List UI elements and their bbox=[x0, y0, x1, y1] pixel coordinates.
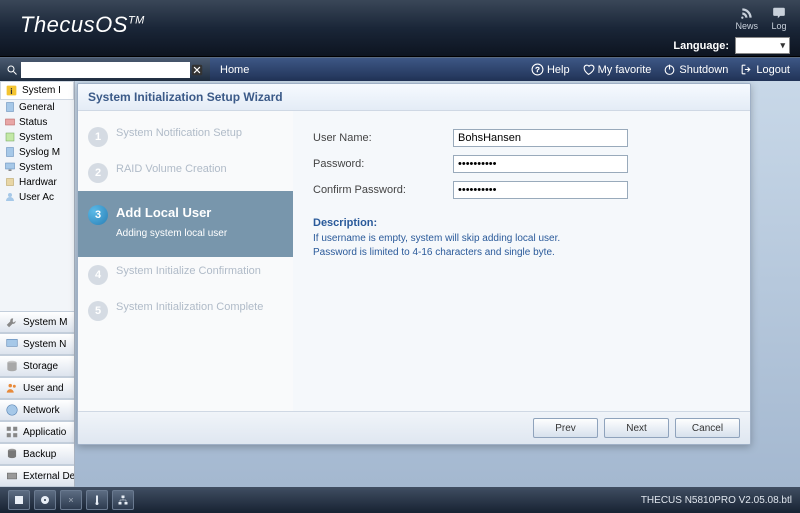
rss-icon bbox=[738, 6, 756, 20]
footer-btn-1[interactable] bbox=[8, 490, 30, 510]
sidebar-item-general[interactable]: General bbox=[2, 100, 74, 114]
footer-status: THECUS N5810PRO V2.05.08.btl bbox=[641, 495, 792, 506]
sidebar-cat-system-n[interactable]: System N bbox=[0, 333, 74, 355]
drive-icon bbox=[5, 359, 19, 373]
next-button[interactable]: Next bbox=[604, 418, 669, 438]
logo-tm: TM bbox=[128, 15, 145, 27]
fan-icon bbox=[65, 494, 77, 506]
power-icon bbox=[663, 63, 676, 76]
network-icon bbox=[5, 403, 19, 417]
search-icon bbox=[6, 64, 18, 76]
logout-icon bbox=[740, 63, 753, 76]
sidebar-header[interactable]: i System I bbox=[0, 81, 74, 100]
password-label: Password: bbox=[313, 158, 453, 170]
status-icon bbox=[4, 116, 16, 128]
shutdown-button[interactable]: Shutdown bbox=[663, 63, 728, 76]
sidebar-item-syslog[interactable]: Syslog M bbox=[2, 145, 74, 159]
language-label: Language: bbox=[673, 40, 729, 52]
temp-icon bbox=[91, 494, 103, 506]
svg-text:i: i bbox=[10, 86, 12, 96]
username-input[interactable] bbox=[453, 129, 628, 147]
monitor-icon bbox=[4, 161, 16, 173]
hw-icon bbox=[4, 131, 16, 143]
disc-icon bbox=[39, 494, 51, 506]
logo-text: ThecusOS bbox=[20, 12, 128, 37]
backup-icon bbox=[5, 447, 19, 461]
wizard-content-panel: User Name: Password: Confirm Password: D… bbox=[293, 111, 750, 411]
net-icon bbox=[5, 337, 19, 351]
user-icon bbox=[4, 191, 16, 203]
setup-wizard-dialog: System Initialization Setup Wizard 1Syst… bbox=[77, 83, 751, 445]
wizard-step-5[interactable]: 5System Initialization Complete bbox=[78, 293, 293, 329]
footer-btn-5[interactable] bbox=[112, 490, 134, 510]
breadcrumb-home[interactable]: Home bbox=[220, 64, 249, 76]
sidebar: i System I General Status System Syslog … bbox=[0, 81, 75, 487]
sidebar-item-status[interactable]: Status bbox=[2, 115, 74, 129]
prev-button[interactable]: Prev bbox=[533, 418, 598, 438]
log-icon bbox=[4, 146, 16, 158]
cancel-button[interactable]: Cancel bbox=[675, 418, 740, 438]
confirm-password-label: Confirm Password: bbox=[313, 184, 453, 196]
footer-btn-3[interactable] bbox=[60, 490, 82, 510]
footer-btn-4[interactable] bbox=[86, 490, 108, 510]
sidebar-item-hardware[interactable]: Hardwar bbox=[2, 175, 74, 189]
doc-icon bbox=[4, 101, 16, 113]
wizard-steps-panel: 1System Notification Setup 2RAID Volume … bbox=[78, 111, 293, 411]
sidebar-item-system-2[interactable]: System bbox=[2, 160, 74, 174]
username-label: User Name: bbox=[313, 132, 453, 144]
ext-icon bbox=[5, 469, 19, 483]
help-icon: ? bbox=[531, 63, 544, 76]
sidebar-item-user-access[interactable]: User Ac bbox=[2, 190, 74, 204]
users-icon bbox=[5, 381, 19, 395]
search-input[interactable] bbox=[21, 62, 190, 78]
heart-icon bbox=[582, 63, 595, 76]
sidebar-cat-user[interactable]: User and bbox=[0, 377, 74, 399]
wizard-step-3[interactable]: 3Add Local UserAdding system local user bbox=[78, 191, 293, 257]
help-button[interactable]: ? Help bbox=[531, 63, 570, 76]
info-icon: i bbox=[5, 84, 18, 97]
description-text: If username is empty, system will skip a… bbox=[313, 232, 730, 260]
wrench-icon bbox=[5, 315, 19, 329]
confirm-password-input[interactable] bbox=[453, 181, 628, 199]
description-title: Description: bbox=[313, 217, 730, 229]
chip-icon bbox=[4, 176, 16, 188]
footer-btn-2[interactable] bbox=[34, 490, 56, 510]
net-icon bbox=[117, 494, 129, 506]
favorite-button[interactable]: My favorite bbox=[582, 63, 652, 76]
wizard-step-1[interactable]: 1System Notification Setup bbox=[78, 119, 293, 155]
sidebar-cat-system-m[interactable]: System M bbox=[0, 311, 74, 333]
wizard-step-2[interactable]: 2RAID Volume Creation bbox=[78, 155, 293, 191]
logout-button[interactable]: Logout bbox=[740, 63, 790, 76]
main-content: System Initialization Setup Wizard 1Syst… bbox=[75, 81, 800, 487]
wizard-step-4[interactable]: 4System Initialize Confirmation bbox=[78, 257, 293, 293]
sidebar-cat-backup[interactable]: Backup bbox=[0, 443, 74, 465]
sidebar-cat-external[interactable]: External Devices bbox=[0, 465, 74, 487]
sidebar-cat-application[interactable]: Applicatio bbox=[0, 421, 74, 443]
password-input[interactable] bbox=[453, 155, 628, 173]
app-footer: THECUS N5810PRO V2.05.08.btl bbox=[0, 487, 800, 513]
path-bar: Home ? Help My favorite Shutdown Logout bbox=[0, 57, 800, 81]
apps-icon bbox=[5, 425, 19, 439]
sidebar-cat-storage[interactable]: Storage bbox=[0, 355, 74, 377]
sidebar-cat-network[interactable]: Network bbox=[0, 399, 74, 421]
log-button[interactable]: Log bbox=[770, 6, 788, 31]
language-select[interactable]: English bbox=[735, 37, 790, 54]
app-header: ThecusOSTM News Log Language: English bbox=[0, 0, 800, 57]
wizard-title: System Initialization Setup Wizard bbox=[78, 84, 750, 111]
box-icon bbox=[13, 494, 25, 506]
sidebar-item-system-1[interactable]: System bbox=[2, 130, 74, 144]
clear-icon[interactable] bbox=[190, 63, 204, 77]
svg-text:?: ? bbox=[535, 65, 539, 74]
news-button[interactable]: News bbox=[735, 6, 758, 31]
chat-icon bbox=[770, 6, 788, 20]
